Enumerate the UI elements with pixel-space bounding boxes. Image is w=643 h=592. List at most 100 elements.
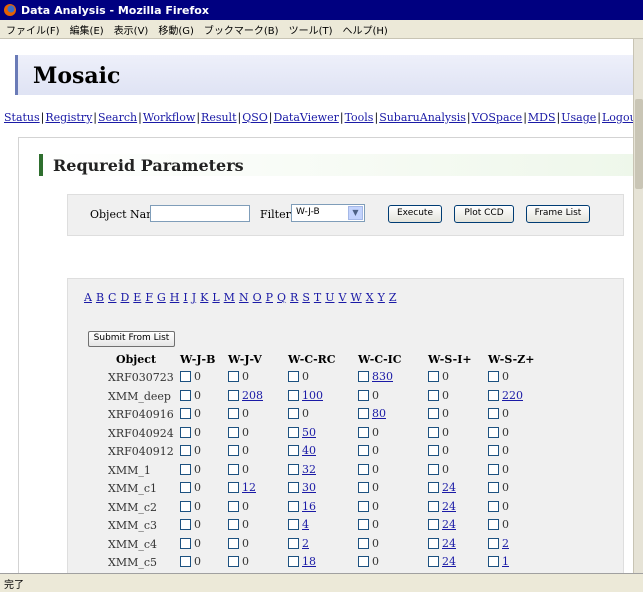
frame-count-link[interactable]: 24 — [442, 518, 456, 531]
frame-checkbox[interactable] — [428, 408, 439, 419]
frame-checkbox[interactable] — [428, 500, 439, 512]
nav-dataviewer[interactable]: DataViewer — [274, 111, 339, 124]
letter-link[interactable]: Z — [389, 291, 397, 304]
frame-checkbox[interactable] — [288, 482, 299, 493]
frame-checkbox[interactable] — [288, 445, 299, 456]
frame-checkbox[interactable] — [488, 482, 499, 493]
nav-registry[interactable]: Registry — [45, 111, 92, 124]
letter-link[interactable]: A — [84, 291, 92, 304]
frame-checkbox[interactable] — [428, 556, 439, 567]
frame-count-link[interactable]: 50 — [302, 426, 316, 439]
frame-list-button[interactable]: Frame List — [526, 205, 590, 223]
frame-checkbox[interactable] — [180, 500, 191, 512]
frame-checkbox[interactable] — [358, 556, 369, 567]
frame-count-link[interactable]: 208 — [242, 389, 263, 402]
vertical-scrollbar[interactable] — [633, 39, 643, 573]
frame-checkbox[interactable] — [180, 482, 191, 493]
menu-help[interactable]: ヘルプ(H) — [343, 22, 388, 37]
nav-search[interactable]: Search — [98, 111, 137, 124]
letter-link[interactable]: J — [192, 291, 196, 304]
filter-select[interactable]: W-J-B ▼ — [291, 204, 365, 222]
object-name-input[interactable] — [150, 205, 250, 222]
frame-checkbox[interactable] — [488, 408, 499, 419]
frame-checkbox[interactable] — [488, 463, 499, 475]
frame-checkbox[interactable] — [180, 426, 191, 438]
menu-view[interactable]: 表示(V) — [114, 22, 149, 37]
letter-link[interactable]: D — [120, 291, 129, 304]
letter-link[interactable]: E — [133, 291, 141, 304]
frame-checkbox[interactable] — [358, 445, 369, 456]
frame-checkbox[interactable] — [358, 408, 369, 419]
frame-checkbox[interactable] — [358, 537, 369, 549]
frame-count-link[interactable]: 830 — [372, 370, 393, 383]
nav-logout[interactable]: Logout — [602, 111, 633, 124]
frame-checkbox[interactable] — [288, 463, 299, 475]
nav-status[interactable]: Status — [4, 111, 40, 124]
frame-checkbox[interactable] — [288, 408, 299, 419]
frame-checkbox[interactable] — [180, 408, 191, 419]
frame-checkbox[interactable] — [228, 445, 239, 456]
frame-checkbox[interactable] — [358, 482, 369, 493]
letter-link[interactable]: X — [366, 291, 374, 304]
frame-count-link[interactable]: 2 — [302, 537, 309, 550]
frame-count-link[interactable]: 100 — [302, 389, 323, 402]
menu-tools[interactable]: ツール(T) — [289, 22, 333, 37]
frame-checkbox[interactable] — [428, 519, 439, 530]
frame-count-link[interactable]: 24 — [442, 481, 456, 494]
frame-checkbox[interactable] — [288, 500, 299, 512]
frame-checkbox[interactable] — [488, 537, 499, 549]
frame-checkbox[interactable] — [228, 500, 239, 512]
frame-checkbox[interactable] — [288, 426, 299, 438]
frame-checkbox[interactable] — [428, 537, 439, 549]
frame-count-link[interactable]: 18 — [302, 555, 316, 568]
frame-checkbox[interactable] — [228, 408, 239, 419]
frame-count-link[interactable]: 30 — [302, 481, 316, 494]
nav-workflow[interactable]: Workflow — [143, 111, 195, 124]
letter-link[interactable]: T — [314, 291, 321, 304]
frame-checkbox[interactable] — [358, 463, 369, 475]
frame-checkbox[interactable] — [488, 445, 499, 456]
frame-checkbox[interactable] — [180, 371, 191, 382]
letter-link[interactable]: M — [224, 291, 235, 304]
letter-link[interactable]: P — [266, 291, 273, 304]
frame-checkbox[interactable] — [288, 371, 299, 382]
nav-result[interactable]: Result — [201, 111, 236, 124]
frame-checkbox[interactable] — [180, 389, 191, 401]
frame-checkbox[interactable] — [228, 389, 239, 401]
frame-checkbox[interactable] — [428, 463, 439, 475]
frame-count-link[interactable]: 4 — [302, 518, 309, 531]
letter-link[interactable]: N — [239, 291, 249, 304]
frame-checkbox[interactable] — [228, 537, 239, 549]
letter-link[interactable]: I — [183, 291, 187, 304]
letter-link[interactable]: W — [350, 291, 361, 304]
letter-link[interactable]: C — [108, 291, 116, 304]
letter-link[interactable]: U — [325, 291, 334, 304]
frame-checkbox[interactable] — [488, 389, 499, 401]
submit-from-list-button[interactable]: Submit From List — [88, 331, 175, 347]
frame-checkbox[interactable] — [180, 463, 191, 475]
frame-checkbox[interactable] — [228, 482, 239, 493]
frame-checkbox[interactable] — [358, 389, 369, 401]
letter-link[interactable]: Q — [277, 291, 286, 304]
letter-link[interactable]: F — [145, 291, 153, 304]
menu-edit[interactable]: 編集(E) — [70, 22, 104, 37]
frame-checkbox[interactable] — [488, 371, 499, 382]
letter-link[interactable]: H — [170, 291, 180, 304]
nav-qso[interactable]: QSO — [242, 111, 268, 124]
frame-count-link[interactable]: 220 — [502, 389, 523, 402]
frame-checkbox[interactable] — [288, 537, 299, 549]
frame-checkbox[interactable] — [288, 556, 299, 567]
frame-count-link[interactable]: 80 — [372, 407, 386, 420]
frame-checkbox[interactable] — [488, 426, 499, 438]
frame-count-link[interactable]: 1 — [502, 555, 509, 568]
frame-checkbox[interactable] — [180, 537, 191, 549]
frame-count-link[interactable]: 2 — [502, 537, 509, 550]
frame-checkbox[interactable] — [428, 445, 439, 456]
frame-checkbox[interactable] — [428, 371, 439, 382]
frame-checkbox[interactable] — [228, 371, 239, 382]
letter-link[interactable]: B — [96, 291, 104, 304]
scrollbar-thumb[interactable] — [635, 99, 643, 189]
frame-checkbox[interactable] — [428, 426, 439, 438]
letter-link[interactable]: L — [212, 291, 219, 304]
frame-checkbox[interactable] — [488, 500, 499, 512]
